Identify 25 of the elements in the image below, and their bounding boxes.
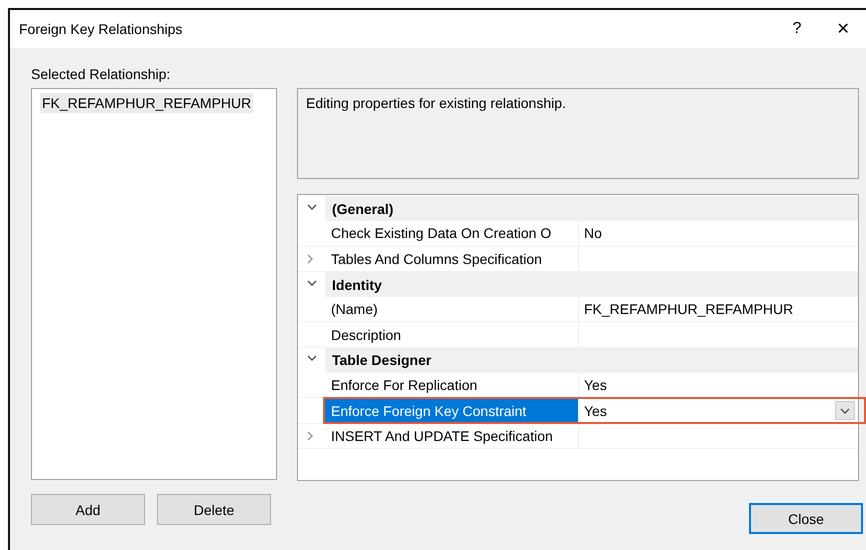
close-dialog-button[interactable]: Close — [749, 503, 863, 534]
list-item[interactable]: FK_REFAMPHUR_REFAMPHUR — [40, 93, 254, 113]
list-label: Selected Relationship: — [31, 66, 170, 82]
window-title: Foreign Key Relationships — [19, 21, 184, 37]
property-name[interactable]: Enforce For Replication — [325, 373, 579, 398]
add-button[interactable]: Add — [31, 494, 145, 525]
property-name[interactable]: Description — [325, 322, 579, 347]
help-button[interactable]: ? — [774, 10, 820, 48]
property-value[interactable]: Yes — [584, 402, 835, 419]
property-name[interactable]: (Name) — [325, 297, 579, 322]
property-name[interactable]: Enforce Foreign Key Constraint — [325, 398, 579, 423]
description-text: Editing properties for existing relationship. — [306, 95, 566, 111]
dropdown-button[interactable] — [835, 401, 855, 420]
property-name[interactable]: Tables And Columns Specification — [325, 246, 579, 271]
property-value[interactable]: Yes — [584, 377, 858, 394]
property-value[interactable]: No — [584, 225, 858, 242]
category-header: Table Designer — [325, 348, 858, 374]
property-name[interactable]: Check Existing Data On Creation O — [325, 221, 579, 246]
category-header: (General) — [325, 196, 858, 222]
caret-icon — [840, 408, 850, 414]
property-value[interactable]: FK_REFAMPHUR_REFAMPHUR — [584, 301, 858, 318]
property-name[interactable]: INSERT And UPDATE Specification — [325, 424, 579, 448]
delete-button[interactable]: Delete — [157, 494, 271, 525]
category-header: Identity — [325, 272, 858, 298]
close-button[interactable]: ✕ — [820, 10, 866, 48]
